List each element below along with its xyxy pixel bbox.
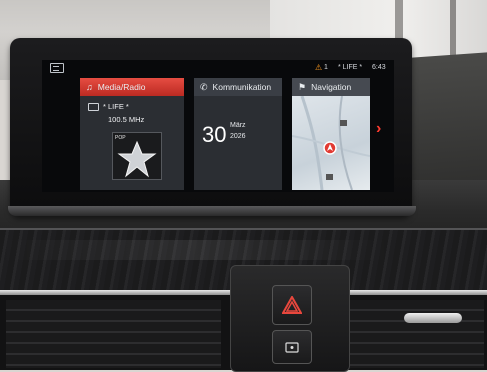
tile-header: ♫ Media/Radio (80, 78, 184, 96)
display-chrome-edge (8, 206, 416, 216)
map-roads (291, 95, 371, 191)
tile-title: Navigation (311, 82, 352, 92)
station-cover-art: POP (112, 132, 162, 180)
menu-icon[interactable] (50, 63, 64, 73)
tile-title: Media/Radio (97, 82, 146, 92)
dashboard-right (412, 52, 487, 198)
tile-navigation[interactable]: ⚑ Navigation (291, 78, 371, 191)
status-bar: ⚠ 1 * LIFE * 6:43 (42, 60, 394, 76)
poi-icon (326, 174, 333, 180)
tile-title: Kommunikation (212, 82, 272, 92)
date-day: 30 (202, 122, 227, 147)
pillar (450, 0, 456, 55)
warning-icon: ⚠ (315, 63, 323, 72)
frequency: 100.5 MHz (108, 115, 145, 124)
hazard-icon (282, 296, 302, 314)
door-lock-icon (285, 342, 299, 353)
warning-count: 1 (324, 64, 328, 71)
central-lock-button[interactable] (272, 330, 312, 364)
chevron-right-icon[interactable]: › (376, 120, 381, 138)
station-name: * LIFE * (88, 102, 129, 112)
air-vent-right[interactable] (342, 300, 484, 368)
clock: 6:43 (372, 64, 386, 71)
poi-icon (340, 120, 347, 126)
star-logo-icon (117, 140, 157, 178)
air-vent-left[interactable] (6, 300, 221, 368)
tile-header: ⚑ Navigation (292, 78, 370, 96)
tile-header: ✆ Kommunikation (194, 78, 282, 96)
trim-reflection (0, 240, 487, 260)
date-year: 2026 (230, 133, 246, 140)
idrive-screen: ⚠ 1 * LIFE * 6:43 ♫ Media/Radio * LIFE *… (42, 60, 394, 192)
flag-icon: ⚑ (298, 81, 307, 92)
date-month: März (230, 122, 246, 129)
vent-adjuster[interactable] (404, 313, 462, 323)
map-view[interactable] (291, 95, 371, 191)
hazard-button[interactable] (272, 285, 312, 325)
music-note-icon: ♫ (86, 82, 93, 92)
tile-media-radio[interactable]: ♫ Media/Radio * LIFE * 100.5 MHz POP (80, 78, 184, 190)
tile-communication[interactable]: ✆ Kommunikation 30 März 2026 (194, 78, 282, 190)
radio-icon (88, 103, 99, 112)
phone-icon: ✆ (200, 81, 208, 92)
station-indicator: * LIFE * (338, 64, 363, 71)
